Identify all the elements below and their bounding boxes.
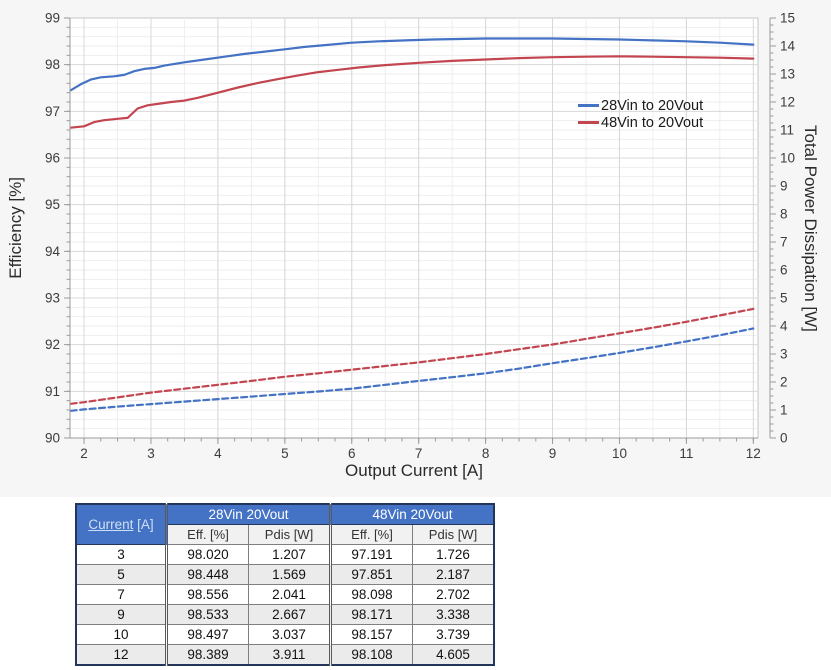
svg-text:96: 96 [45,151,60,166]
table-cell: 2.187 [413,565,495,585]
col-header-pdis-48: Pdis [W] [413,525,495,545]
svg-text:91: 91 [45,384,60,399]
svg-text:5: 5 [780,291,788,306]
svg-text:93: 93 [45,291,60,306]
table-row: 798.5562.04198.0982.702 [76,585,494,605]
svg-text:6: 6 [348,446,356,461]
table-cell: 97.851 [331,565,413,585]
legend-item-28vin: 28Vin to 20Vout [578,97,703,114]
svg-text:8: 8 [482,446,490,461]
y-left-axis-title-text: Efficiency [%] [6,177,26,279]
table-cell: 98.533 [167,605,249,625]
svg-text:7: 7 [415,446,423,461]
svg-text:3: 3 [780,347,788,362]
table-cell: 1.569 [249,565,331,585]
svg-text:9: 9 [549,446,557,461]
legend-swatch-red [578,121,599,124]
table-cell: 1.726 [413,545,495,565]
table-cell: 2.041 [249,585,331,605]
svg-text:98: 98 [45,57,60,72]
y-left-axis-title: Efficiency [%] [0,18,32,438]
table-cell: 3 [76,545,167,565]
svg-text:97: 97 [45,104,60,119]
x-axis-title: Output Current [A] [70,461,758,481]
svg-text:0: 0 [780,431,788,446]
col-header-eff-48: Eff. [%] [331,525,413,545]
table-row: 1298.3893.91198.1084.605 [76,645,494,666]
table-row: 398.0201.20797.1911.726 [76,545,494,565]
col-group-28vin: 28Vin 20Vout [167,504,331,525]
col-group-48vin: 48Vin 20Vout [331,504,495,525]
table-cell: 2.667 [249,605,331,625]
table-cell: 9 [76,605,167,625]
table-cell: 98.556 [167,585,249,605]
col-header-eff-28: Eff. [%] [167,525,249,545]
svg-text:90: 90 [45,431,60,446]
svg-text:4: 4 [780,319,788,334]
svg-text:1: 1 [780,403,788,418]
svg-text:2: 2 [780,375,788,390]
table-row: 1098.4973.03798.1573.739 [76,625,494,645]
svg-text:94: 94 [45,244,61,259]
table-cell: 7 [76,585,167,605]
y-right-axis-title: Total Power Dissipation [W] [792,18,828,438]
table-cell: 98.497 [167,625,249,645]
legend-item-48vin: 48Vin to 20Vout [578,114,703,131]
table-cell: 98.108 [331,645,413,666]
y-right-axis-title-text: Total Power Dissipation [W] [800,125,820,332]
table-row: 998.5332.66798.1713.338 [76,605,494,625]
col-header-pdis-28: Pdis [W] [249,525,331,545]
svg-text:12: 12 [746,446,761,461]
svg-text:5: 5 [281,446,289,461]
svg-text:95: 95 [45,197,60,212]
table-cell: 98.171 [331,605,413,625]
svg-text:8: 8 [780,207,788,222]
table-cell: 2.702 [413,585,495,605]
svg-text:2: 2 [80,446,88,461]
table-cell: 3.037 [249,625,331,645]
plot-canvas: 9998979695949392919023456789101112151413… [0,0,831,497]
legend-label: 48Vin to 20Vout [601,115,703,131]
table-cell: 5 [76,565,167,585]
efficiency-chart: 9998979695949392919023456789101112151413… [0,0,831,497]
table-cell: 98.448 [167,565,249,585]
legend-label: 28Vin to 20Vout [601,98,703,114]
table-cell: 10 [76,625,167,645]
col-header-current: Current [A] [76,504,167,545]
table-cell: 98.098 [331,585,413,605]
table-cell: 3.739 [413,625,495,645]
svg-text:6: 6 [780,263,788,278]
svg-text:99: 99 [45,11,60,26]
svg-text:10: 10 [612,446,627,461]
legend: 28Vin to 20Vout 48Vin to 20Vout [578,97,703,131]
table-cell: 98.389 [167,645,249,666]
table-cell: 98.020 [167,545,249,565]
svg-text:92: 92 [45,337,60,352]
svg-text:11: 11 [679,446,693,461]
plot-area [70,18,758,438]
svg-text:3: 3 [147,446,155,461]
table-cell: 4.605 [413,645,495,666]
table-cell: 3.338 [413,605,495,625]
table-cell: 1.207 [249,545,331,565]
svg-text:7: 7 [780,235,788,250]
col-header-current-word: Current [88,517,133,532]
table-cell: 98.157 [331,625,413,645]
table-cell: 97.191 [331,545,413,565]
table-cell: 12 [76,645,167,666]
table-cell: 3.911 [249,645,331,666]
legend-swatch-blue [578,104,599,107]
col-header-current-unit: [A] [133,517,153,532]
svg-text:4: 4 [214,446,222,461]
table-row: 598.4481.56997.8512.187 [76,565,494,585]
screen: 9998979695949392919023456789101112151413… [0,0,831,670]
results-table: Current [A] 28Vin 20Vout 48Vin 20Vout Ef… [75,503,495,666]
svg-text:9: 9 [780,179,788,194]
